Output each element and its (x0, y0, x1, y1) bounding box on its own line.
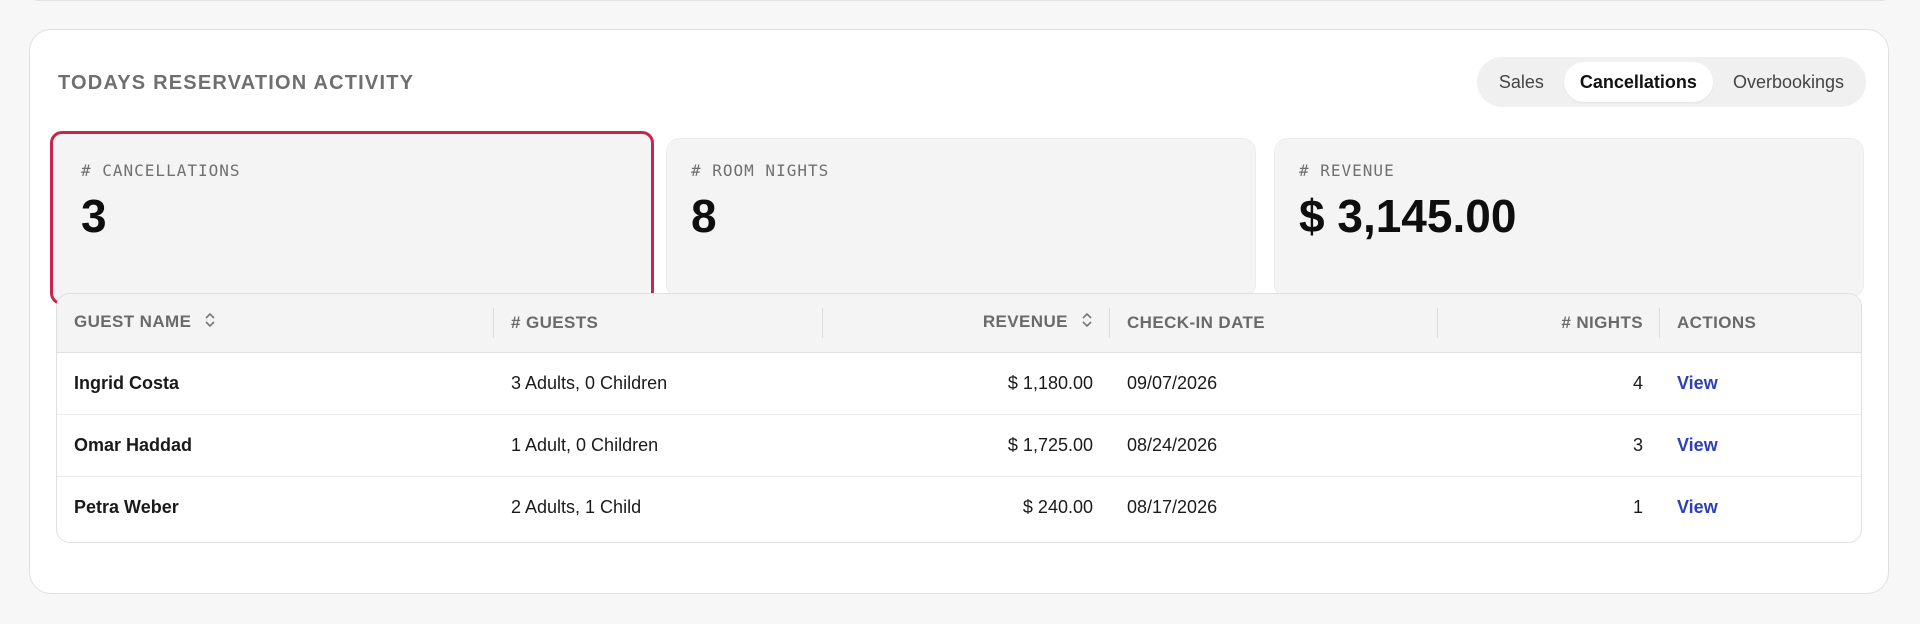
tab-cancellations[interactable]: Cancellations (1563, 62, 1713, 102)
revenue-cell: $ 1,180.00 (823, 352, 1110, 415)
column-header-revenue[interactable]: REVENUE (823, 294, 1110, 353)
table-row: Omar Haddad 1 Adult, 0 Children $ 1,725.… (57, 414, 1861, 477)
column-header-label: REVENUE (982, 312, 1068, 332)
guest-name-cell: Omar Haddad (57, 414, 494, 477)
panel-title: TODAYS RESERVATION ACTIVITY (58, 72, 415, 94)
column-header-guests: # GUESTS (494, 294, 823, 353)
previous-card (28, 0, 1892, 1)
checkin-cell: 09/07/2026 (1110, 352, 1438, 415)
nights-cell: 3 (1438, 414, 1660, 477)
column-header-label: CHECK-IN DATE (1127, 312, 1266, 332)
stat-label: # CANCELLATIONS (81, 161, 241, 180)
guest-name-cell: Ingrid Costa (57, 352, 494, 415)
activity-type-tabs: Sales Cancellations Overbookings (1476, 57, 1866, 107)
sort-icon[interactable] (1081, 312, 1093, 333)
nights-cell: 1 (1632, 496, 1643, 517)
actions-cell: View (1660, 352, 1861, 415)
table-row: Petra Weber 2 Adults, 1 Child $ 240.00 0… (57, 476, 1861, 538)
checkin-cell: 08/24/2026 (1110, 414, 1438, 477)
guests-cell: 2 Adults, 1 Child (511, 496, 642, 517)
stat-card-room-nights[interactable]: # ROOM NIGHTS 8 (666, 138, 1256, 298)
checkin-cell: 08/17/2026 (1127, 496, 1218, 517)
guests-cell: 1 Adult, 0 Children (494, 414, 823, 477)
table-row: Ingrid Costa 3 Adults, 0 Children $ 1,18… (57, 352, 1861, 415)
column-header-label: # NIGHTS (1561, 312, 1643, 332)
actions-cell: View (1660, 476, 1861, 538)
column-header-label: GUEST NAME (74, 312, 192, 332)
column-header-label: # GUESTS (511, 312, 599, 332)
tab-overbookings[interactable]: Overbookings (1717, 62, 1860, 102)
guest-name-cell: Petra Weber (74, 496, 179, 517)
stat-value: $ 3,145.00 (1299, 190, 1517, 242)
actions-cell: View (1660, 414, 1861, 477)
view-link[interactable]: View (1677, 435, 1718, 455)
stat-card-revenue[interactable]: # REVENUE $ 3,145.00 (1274, 138, 1864, 298)
stat-card-cancellations[interactable]: # CANCELLATIONS 3 (50, 131, 654, 305)
nights-cell: 4 (1438, 352, 1660, 415)
revenue-cell: $ 240.00 (1022, 496, 1093, 517)
revenue-cell: $ 1,725.00 (823, 414, 1110, 477)
stat-label: # ROOM NIGHTS (691, 161, 830, 180)
sort-icon[interactable] (204, 312, 216, 333)
stat-label: # REVENUE (1299, 161, 1395, 180)
table-header-row: GUEST NAME # GUESTS REVENUE CHECK-IN DAT… (57, 294, 1861, 353)
view-link[interactable]: View (1677, 497, 1718, 517)
column-header-actions: ACTIONS (1660, 294, 1861, 353)
column-header-checkin-date: CHECK-IN DATE (1110, 294, 1438, 353)
column-header-nights: # NIGHTS (1438, 294, 1660, 353)
tab-sales[interactable]: Sales (1483, 62, 1560, 102)
stat-value: 8 (691, 190, 717, 242)
view-link[interactable]: View (1677, 373, 1718, 393)
guests-cell: 3 Adults, 0 Children (494, 352, 823, 415)
stat-value: 3 (81, 190, 107, 242)
reservations-table: GUEST NAME # GUESTS REVENUE CHECK-IN DAT… (56, 293, 1862, 543)
column-header-label: ACTIONS (1677, 312, 1757, 332)
column-header-guest-name[interactable]: GUEST NAME (57, 294, 494, 353)
